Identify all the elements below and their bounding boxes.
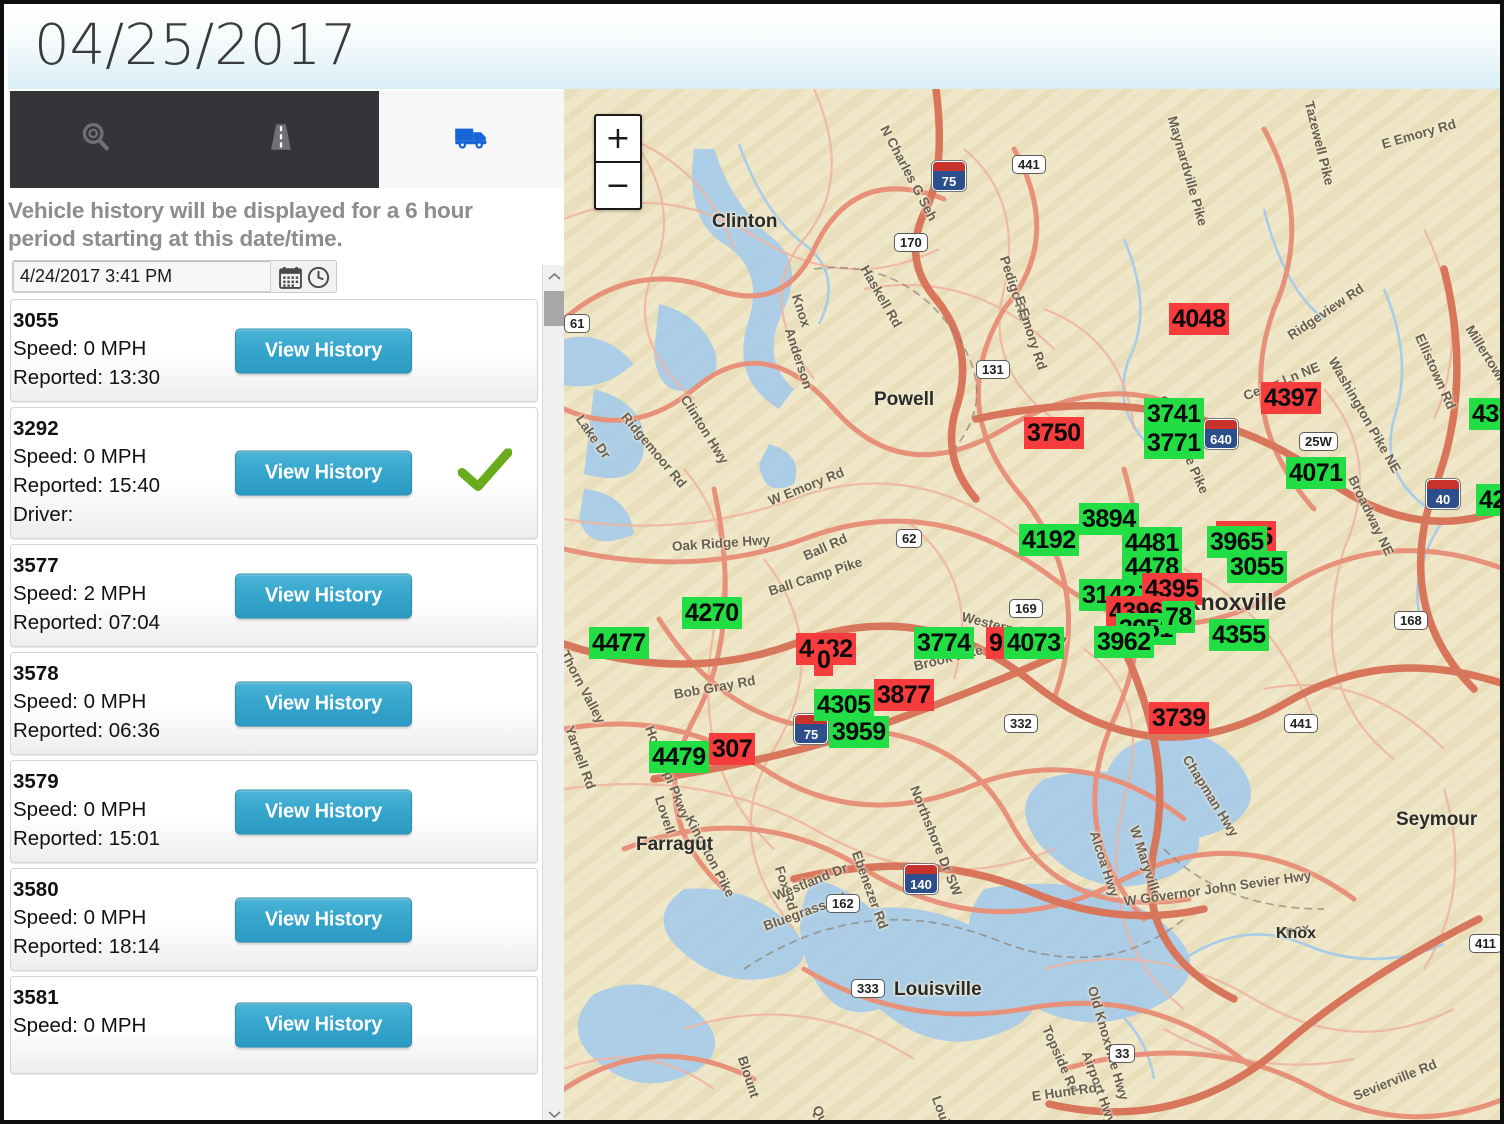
app-window: 04/25/2017 Vehicle history will be displ… [0,0,1504,1124]
datetime-input[interactable] [13,261,271,292]
map-vehicle-marker[interactable]: 3877 [874,679,934,711]
map-vehicle-marker[interactable]: 439 [1469,398,1500,430]
map-vehicle-marker[interactable]: 4479 [649,741,709,773]
view-history-button[interactable]: View History [235,328,412,373]
map-vehicle-marker[interactable]: 3771 [1144,427,1204,459]
map-vehicle-marker[interactable]: 0 [814,644,834,676]
tab-vehicles[interactable] [379,91,564,188]
map-vehicle-marker[interactable]: 3774 [914,627,974,659]
vehicle-list-item[interactable]: 3055 Speed: 0 MPH Reported: 13:30 View Hist… [10,299,538,402]
view-history-button[interactable]: View History [235,573,412,618]
vehicle-list-item[interactable]: 3292 Speed: 0 MPH Reported: 15:40 Driver: Vi… [10,407,538,539]
map-vehicle-marker[interactable]: 42 [1476,484,1500,516]
view-history-button[interactable]: View History [235,450,412,496]
map-interstate-shield: 640 [1204,419,1238,449]
map-vehicle-marker[interactable]: 3055 [1227,551,1287,583]
map-route-shield: 25W [1299,432,1338,451]
map-route-shield: 411 [1469,934,1500,953]
map-vehicle-marker[interactable]: 78 [1162,601,1195,633]
map-vehicle-marker[interactable]: 4397 [1261,382,1321,414]
truck-icon [454,122,490,157]
map-vehicle-marker[interactable]: 9 [986,627,1006,659]
map-route-shield: 332 [1004,714,1038,733]
map-place-label: Clinton [712,211,778,232]
page-title: 04/25/2017 [34,13,357,78]
map-vehicle-marker[interactable]: 4071 [1286,457,1346,489]
map-interstate-shield: 40 [1426,479,1460,509]
map-vehicle-marker[interactable]: 4192 [1019,524,1079,556]
map-vehicle-marker[interactable]: 4048 [1169,303,1229,335]
tab-road[interactable] [182,91,379,188]
map-route-shield: 168 [1394,611,1428,630]
map-place-label: Seymour [1396,809,1478,830]
map-route-shield: 162 [826,894,860,913]
view-history-button[interactable]: View History [235,1002,412,1048]
map-route-shield: 61 [564,314,591,333]
map-route-shield: 170 [894,233,928,252]
map-vehicle-marker[interactable]: 4073 [1004,627,1064,659]
map-vehicle-marker[interactable]: 3959 [829,716,889,748]
road-icon [264,120,298,159]
tab-bar [8,91,564,188]
clock-icon[interactable] [307,266,330,294]
info-text: Vehicle history will be displayed for a … [8,198,473,251]
map-route-shield: 33 [1109,1044,1136,1063]
map-vehicle-marker[interactable]: 3739 [1149,702,1209,734]
scroll-up-icon[interactable] [543,265,564,287]
scroll-down-icon[interactable] [543,1103,564,1120]
map-zoom-control[interactable]: + − [594,114,642,210]
map-place-label: Powell [874,389,935,410]
view-history-button[interactable]: View History [235,681,412,726]
map-place-label: Knox [1276,925,1316,942]
header-bar: 04/25/2017 [8,8,1500,89]
map-route-shield: 131 [976,360,1010,379]
selected-check-icon [457,448,513,498]
vehicle-list-item[interactable]: 3579 Speed: 0 MPH Reported: 15:01 View Hist… [10,760,538,863]
scrollbar-thumb[interactable] [544,291,564,326]
view-history-button[interactable]: View History [235,897,412,942]
zoom-out-button[interactable]: − [596,163,640,208]
map-vehicle-marker[interactable]: 3750 [1024,417,1084,449]
map-view[interactable]: + − N Charles G Seh Clinton Hwy Lake Dr Rid… [564,89,1500,1120]
map-route-shield: 169 [1009,599,1043,618]
vehicle-list-item[interactable]: 3580 Speed: 0 MPH Reported: 18:14 View Hist… [10,868,538,971]
search-icon [79,120,113,159]
map-place-label: Louisville [894,979,982,1000]
map-route-shield: 441 [1284,714,1318,733]
vehicle-driver: Driver: [13,503,74,526]
left-panel: Vehicle history will be displayed for a … [8,89,564,1120]
map-vehicle-marker[interactable]: 4270 [682,597,742,629]
map-route-shield: 62 [896,529,923,548]
vehicle-list-item[interactable]: 3578 Speed: 0 MPH Reported: 06:36 View Hist… [10,652,538,755]
view-history-button[interactable]: View History [235,789,412,834]
datetime-picker [12,260,337,293]
map-place-label: Farragut [636,834,714,855]
map-vehicle-marker[interactable]: 3962 [1094,626,1154,658]
vehicle-id: 3292 [13,417,59,440]
vehicle-list-item[interactable]: 3577 Speed: 2 MPH Reported: 07:04 View Hist… [10,544,538,647]
vehicle-list[interactable]: 3055 Speed: 0 MPH Reported: 13:30 View Hist… [8,299,564,1120]
calendar-icon[interactable] [279,266,302,294]
zoom-in-button[interactable]: + [596,116,640,163]
map-interstate-shield: 140 [904,864,938,894]
vehicle-list-item[interactable]: 3581 Speed: 0 MPH View History [10,976,538,1074]
vehicle-list-scrollbar[interactable] [542,265,564,1120]
map-vehicle-marker[interactable]: 3741 [1144,398,1204,430]
map-route-shield: 333 [851,979,885,998]
map-vehicle-marker[interactable]: 4477 [589,627,649,659]
map-interstate-shield: 75 [932,161,966,191]
map-route-shield: 441 [1012,155,1046,174]
map-vehicle-marker[interactable]: 4355 [1209,619,1269,651]
tab-search[interactable] [10,91,182,188]
map-vehicle-marker[interactable]: 307 [709,733,756,765]
